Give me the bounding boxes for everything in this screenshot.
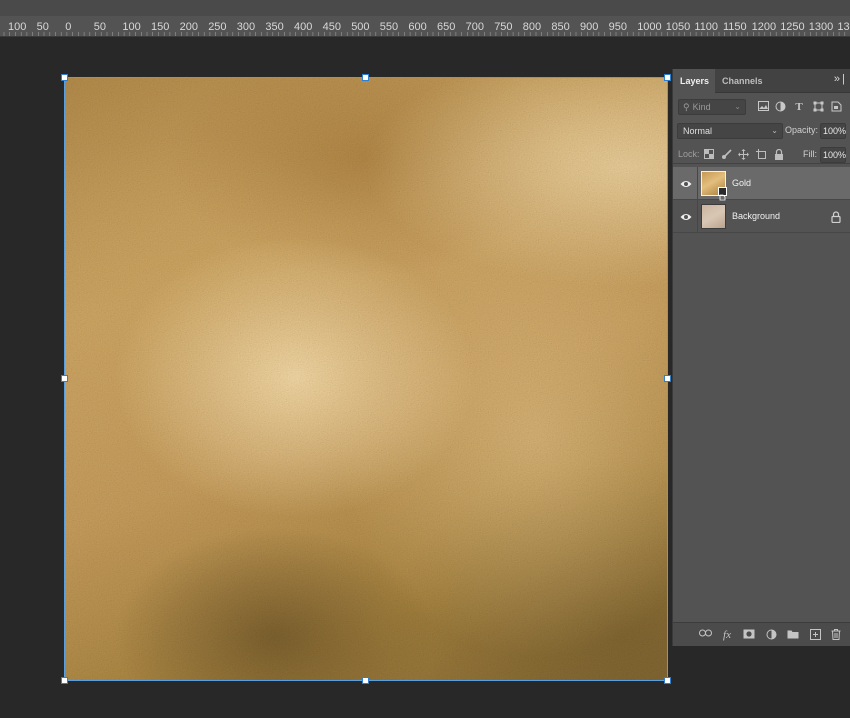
layer-thumbnail[interactable] <box>701 171 727 201</box>
delete-layer-icon[interactable] <box>830 629 842 641</box>
lock-row: Lock: Fill: 100% <box>673 146 850 164</box>
panel-tab-bar: Layers Channels » | <box>673 69 850 93</box>
blend-row: Normal ⌄ Opacity: 100% <box>673 122 850 140</box>
transform-handle-bottom-right[interactable] <box>664 677 671 684</box>
layer-name[interactable]: Gold <box>732 178 751 188</box>
kind-filter-label: Kind <box>692 102 711 112</box>
tab-channels[interactable]: Channels <box>715 69 767 93</box>
transform-handle-top-left[interactable] <box>61 74 68 81</box>
transform-handle-bottom-left[interactable] <box>61 677 68 684</box>
lock-artboard-icon[interactable] <box>755 149 767 161</box>
add-mask-icon[interactable] <box>743 629 755 641</box>
panel-menu-icon[interactable]: » | <box>834 73 845 85</box>
image-filter-icon[interactable] <box>757 101 769 113</box>
chevron-down-icon: ⌄ <box>771 126 778 135</box>
chevron-down-icon: ⌄ <box>734 102 741 111</box>
blend-mode-select[interactable]: Normal ⌄ <box>677 123 783 139</box>
layer-row-background[interactable]: Background <box>673 200 850 233</box>
lock-label: Lock: <box>678 149 700 159</box>
opacity-field[interactable]: 100% <box>820 123 846 139</box>
transform-handle-bottom-center[interactable] <box>362 677 369 684</box>
horizontal-ruler[interactable]: 100 50 0 50 100 150 200 250 300 350 400 450 500 550 60… <box>0 0 850 37</box>
texture-scratches <box>65 77 668 681</box>
tab-layers[interactable]: Layers <box>673 69 715 93</box>
fill-field[interactable]: 100% <box>820 147 846 163</box>
transform-handle-top-right[interactable] <box>664 74 671 81</box>
lock-transparent-pixels-icon[interactable] <box>703 149 715 161</box>
transform-handle-middle-left[interactable] <box>61 375 68 382</box>
smart-object-filter-icon[interactable] <box>830 101 842 113</box>
shape-filter-icon[interactable] <box>812 101 824 113</box>
gold-texture-canvas[interactable] <box>65 77 668 681</box>
layer-name[interactable]: Background <box>732 211 780 221</box>
ruler-ticks <box>3 32 846 36</box>
opacity-label: Opacity: <box>785 125 819 135</box>
lock-image-pixels-icon[interactable] <box>720 149 732 161</box>
layer-divider <box>697 200 698 233</box>
layers-panel: Layers Channels » | ⚲ Kind ⌄ T Normal ⌄ O… <box>672 69 850 646</box>
smart-object-badge-icon <box>718 187 727 201</box>
lock-all-icon[interactable] <box>773 148 785 161</box>
new-group-icon[interactable] <box>787 629 799 641</box>
layer-thumbnail[interactable] <box>701 204 726 229</box>
fx-icon[interactable]: fx <box>721 629 733 641</box>
layer-row-gold[interactable]: Gold <box>673 167 850 201</box>
fill-label: Fill: <box>803 149 817 159</box>
search-icon: ⚲ <box>683 102 690 112</box>
link-layers-icon[interactable] <box>699 629 712 641</box>
layer-divider <box>697 167 698 200</box>
layer-filter-row: ⚲ Kind ⌄ T <box>673 97 850 117</box>
eye-icon[interactable] <box>680 210 692 222</box>
kind-filter-select[interactable]: ⚲ Kind ⌄ <box>678 99 746 115</box>
eye-icon[interactable] <box>680 177 692 189</box>
blend-mode-value: Normal <box>683 126 713 136</box>
layers-panel-footer: fx <box>673 622 850 646</box>
transform-handle-top-center[interactable] <box>362 74 369 81</box>
transform-handle-middle-right[interactable] <box>664 375 671 382</box>
type-filter-icon[interactable]: T <box>793 101 805 113</box>
adjustment-layer-icon[interactable] <box>765 629 777 641</box>
adjustment-filter-icon[interactable] <box>774 101 786 113</box>
lock-position-icon[interactable] <box>737 149 749 161</box>
new-layer-icon[interactable] <box>809 629 821 641</box>
lock-icon[interactable] <box>831 210 842 224</box>
